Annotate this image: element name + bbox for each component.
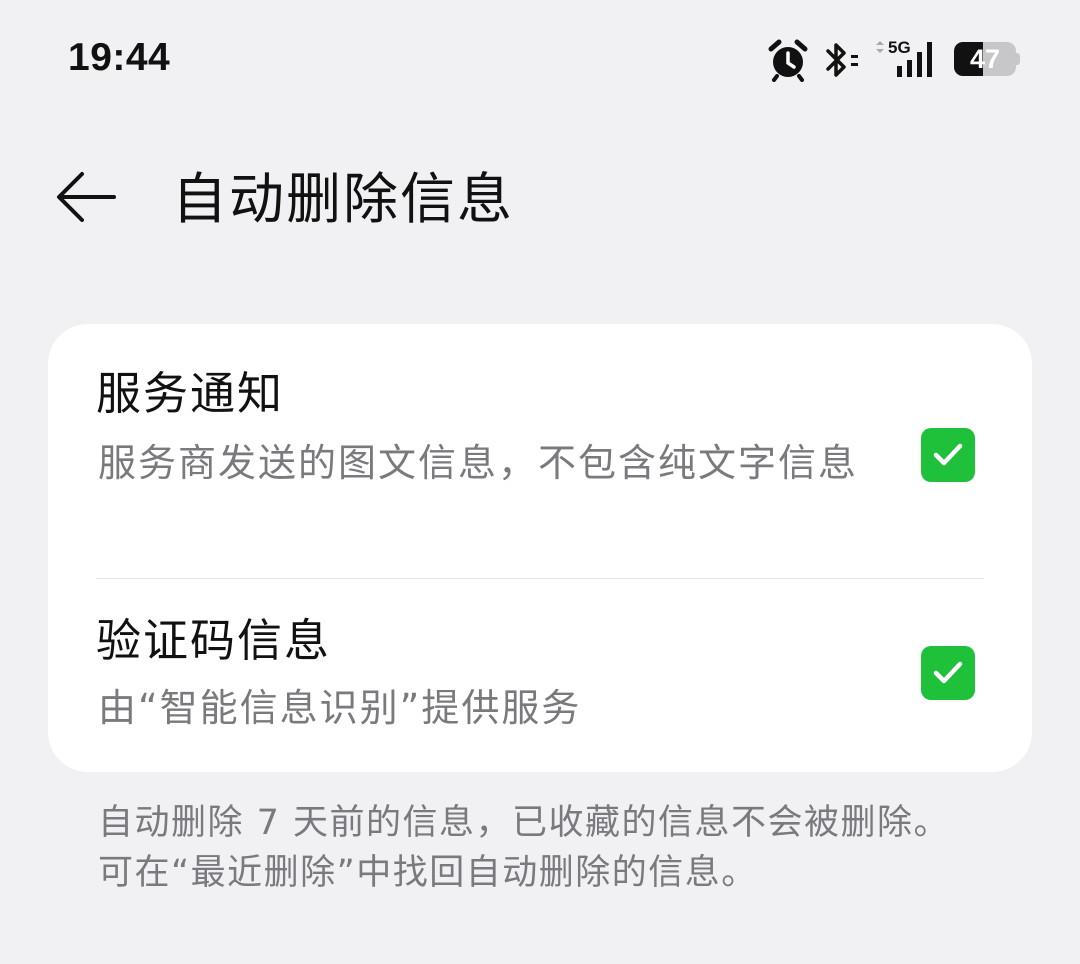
back-button[interactable] [44,162,128,232]
checkmark-icon [933,661,963,684]
bluetooth-icon [826,43,858,77]
verification-code-checkbox[interactable] [921,646,975,700]
setting-title: 验证码信息 [96,614,332,667]
battery-cap [1016,53,1020,65]
setting-description: 服务商发送的图文信息，不包含纯文字信息 [98,441,859,485]
battery-level: 47 [969,44,1001,74]
footer-note: 自动删除 7 天前的信息，已收藏的信息不会被删除。可在“最近删除”中找回自动删除… [98,803,951,893]
status-bar: 19:44 5G 47 [0,0,1080,118]
alarm-icon [768,39,808,82]
page-title: 自动删除信息 [172,167,515,231]
setting-description: 由“智能信息识别”提供服务 [98,686,582,730]
checkmark-icon [933,443,963,466]
battery-icon: 47 [954,42,1016,76]
setting-row-service-notification[interactable]: 服务通知 服务商发送的图文信息，不包含纯文字信息 [48,324,1032,578]
network-label: 5G [888,38,911,57]
setting-row-verification-code[interactable]: 验证码信息 由“智能信息识别”提供服务 [48,579,1032,772]
arrow-left-icon [57,172,116,222]
service-notification-checkbox[interactable] [921,428,975,482]
header: 自动删除信息 [0,140,1080,260]
settings-card: 服务通知 服务商发送的图文信息，不包含纯文字信息 验证码信息 由“智能信息识别”… [48,324,1032,772]
status-time: 19:44 [68,36,171,79]
setting-title: 服务通知 [96,367,285,420]
